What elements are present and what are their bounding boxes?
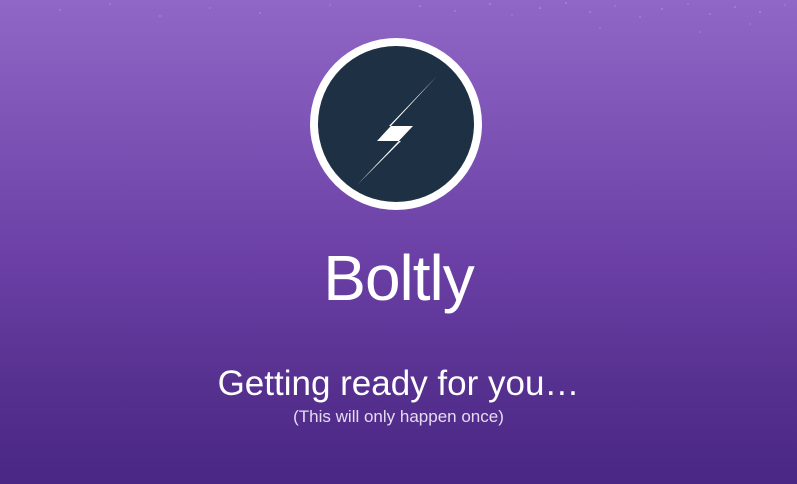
loading-note: (This will only happen once) [293, 407, 504, 426]
app-title: Boltly [323, 242, 475, 314]
loading-status-text: Getting ready for you… [217, 364, 580, 403]
splash-screen: Boltly Getting ready for you… (This will… [0, 0, 797, 484]
lightning-bolt-icon [310, 38, 482, 210]
app-logo [309, 37, 483, 211]
